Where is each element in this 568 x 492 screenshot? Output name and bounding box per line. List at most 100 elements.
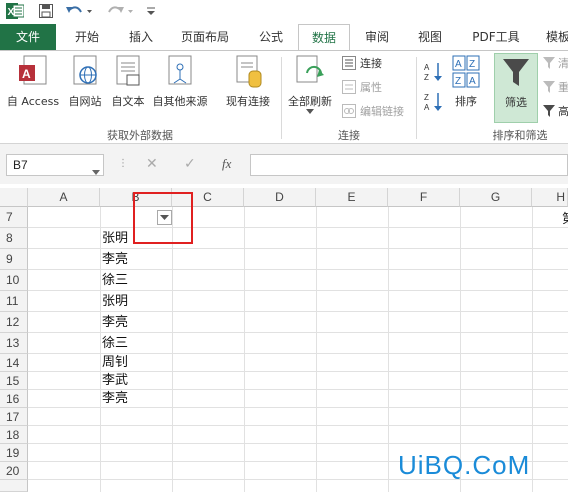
row-header[interactable] bbox=[0, 480, 28, 492]
from-other-sources-button[interactable]: 自其他来源 bbox=[150, 55, 210, 109]
from-text-label: 自文本 bbox=[111, 95, 145, 108]
gridline bbox=[316, 207, 317, 492]
redo-icon[interactable] bbox=[106, 2, 136, 20]
existing-connections-button[interactable]: 现有连接 bbox=[222, 55, 274, 109]
group-label-get-external: 获取外部数据 bbox=[107, 129, 173, 142]
row-header[interactable]: 11 bbox=[0, 291, 28, 312]
clear-filter-button[interactable]: 清 bbox=[542, 55, 568, 71]
undo-icon[interactable] bbox=[64, 2, 94, 20]
column-header[interactable]: A bbox=[28, 188, 100, 207]
worksheet-grid: A B C D E F G H 7 8 9 10 11 12 13 14 15 … bbox=[0, 188, 568, 492]
tab-home[interactable]: 开始 bbox=[64, 24, 110, 50]
cell-b16[interactable]: 李亮 bbox=[102, 389, 128, 408]
gridline bbox=[28, 332, 568, 333]
group-divider bbox=[281, 57, 282, 139]
column-header[interactable]: H bbox=[532, 188, 568, 207]
excel-window: X 文件 开始 插入 页面布局 公式 数据 审阅 视图 PDF工具 模板 A 自… bbox=[0, 0, 568, 492]
tab-pdf-tools[interactable]: PDF工具 bbox=[460, 24, 532, 50]
svg-text:A: A bbox=[469, 76, 476, 87]
sort-za-icon: ZA bbox=[424, 93, 442, 112]
cell-h7[interactable]: 第 bbox=[562, 208, 568, 227]
cell-b8[interactable]: 张明 bbox=[102, 229, 128, 248]
svg-text:X: X bbox=[8, 7, 15, 18]
access-icon: A bbox=[19, 55, 47, 85]
svg-text:Z: Z bbox=[469, 59, 475, 70]
properties-icon bbox=[342, 80, 356, 94]
edit-links-icon bbox=[342, 104, 356, 118]
row-header[interactable]: 12 bbox=[0, 312, 28, 333]
cell-b15[interactable]: 李武 bbox=[102, 371, 128, 390]
tab-page-layout[interactable]: 页面布局 bbox=[172, 24, 238, 50]
customize-icon[interactable] bbox=[144, 2, 158, 20]
gridline bbox=[28, 311, 568, 312]
row-header[interactable]: 18 bbox=[0, 426, 28, 444]
column-header[interactable]: E bbox=[316, 188, 388, 207]
advanced-filter-label: 高 bbox=[558, 105, 568, 118]
row-header[interactable]: 10 bbox=[0, 270, 28, 291]
tab-formulas[interactable]: 公式 bbox=[246, 24, 296, 50]
formula-bar: B7 ⋮ ✕ ✓ fx bbox=[0, 144, 568, 184]
svg-text:Z: Z bbox=[455, 76, 461, 87]
row-header[interactable]: 15 bbox=[0, 372, 28, 390]
properties-button[interactable]: 属性 bbox=[342, 79, 382, 95]
cell-b12[interactable]: 李亮 bbox=[102, 313, 128, 332]
row-header[interactable]: 7 bbox=[0, 207, 28, 228]
row-header[interactable]: 20 bbox=[0, 462, 28, 480]
enter-icon[interactable]: ✓ bbox=[184, 156, 196, 172]
select-all-corner[interactable] bbox=[0, 188, 28, 207]
insert-function-button[interactable]: fx bbox=[222, 156, 231, 172]
row-header[interactable]: 8 bbox=[0, 228, 28, 249]
sort-az-icon: AZ bbox=[424, 63, 442, 82]
cell-b10[interactable]: 徐三 bbox=[102, 271, 128, 290]
gridline bbox=[28, 425, 568, 426]
tab-file[interactable]: 文件 bbox=[0, 24, 56, 50]
column-header[interactable]: G bbox=[460, 188, 532, 207]
filter-button[interactable]: 筛选 bbox=[494, 53, 538, 123]
clear-filter-icon bbox=[543, 57, 555, 69]
cell-b13[interactable]: 徐三 bbox=[102, 334, 128, 353]
from-access-button[interactable]: A 自 Access bbox=[4, 55, 62, 109]
row-header[interactable]: 17 bbox=[0, 408, 28, 426]
tab-templates[interactable]: 模板 bbox=[538, 24, 568, 50]
cell-b11[interactable]: 张明 bbox=[102, 292, 128, 311]
from-other-sources-label: 自其他来源 bbox=[152, 95, 208, 108]
tab-review[interactable]: 审阅 bbox=[352, 24, 402, 50]
row-header[interactable]: 19 bbox=[0, 444, 28, 462]
gridline bbox=[28, 269, 568, 270]
connections-icon bbox=[342, 56, 356, 70]
sort-ascending-button[interactable]: AZ bbox=[424, 61, 444, 83]
advanced-filter-button[interactable]: 高 bbox=[542, 103, 568, 119]
edit-links-button[interactable]: 编辑链接 bbox=[342, 103, 404, 119]
refresh-all-button[interactable]: 全部刷新 bbox=[284, 55, 336, 115]
group-label-connections: 连接 bbox=[338, 129, 360, 142]
name-box-dropdown-icon[interactable] bbox=[92, 161, 100, 180]
save-icon[interactable] bbox=[36, 2, 56, 20]
row-header[interactable]: 9 bbox=[0, 249, 28, 270]
cancel-icon[interactable]: ✕ bbox=[146, 156, 158, 172]
sort-descending-button[interactable]: ZA bbox=[424, 91, 444, 113]
tab-insert[interactable]: 插入 bbox=[118, 24, 164, 50]
row-header[interactable]: 14 bbox=[0, 354, 28, 372]
from-access-label: 自 Access bbox=[6, 95, 60, 108]
column-header[interactable]: F bbox=[388, 188, 460, 207]
connections-button[interactable]: 连接 bbox=[342, 55, 382, 71]
column-header[interactable]: D bbox=[244, 188, 316, 207]
cell-b14[interactable]: 周钊 bbox=[102, 353, 128, 372]
name-box[interactable]: B7 bbox=[6, 154, 104, 176]
row-header[interactable]: 13 bbox=[0, 333, 28, 354]
gridline bbox=[28, 443, 568, 444]
svg-text:A: A bbox=[22, 67, 31, 81]
cell-b9[interactable]: 李亮 bbox=[102, 250, 128, 269]
row-header[interactable]: 16 bbox=[0, 390, 28, 408]
formula-bar-grip-icon: ⋮ bbox=[118, 158, 128, 169]
formula-input[interactable] bbox=[250, 154, 568, 176]
gridline bbox=[244, 207, 245, 492]
from-web-button[interactable]: 自网站 bbox=[64, 55, 106, 109]
highlight-annotation bbox=[133, 192, 193, 244]
group-label-sort-filter: 排序和筛选 bbox=[492, 129, 548, 142]
tab-data[interactable]: 数据 bbox=[298, 24, 350, 51]
from-text-button[interactable]: 自文本 bbox=[108, 55, 148, 109]
sort-button[interactable]: AZZA 排序 bbox=[448, 55, 484, 109]
tab-view[interactable]: 视图 bbox=[406, 24, 454, 50]
reapply-filter-button[interactable]: 重 bbox=[542, 79, 568, 95]
